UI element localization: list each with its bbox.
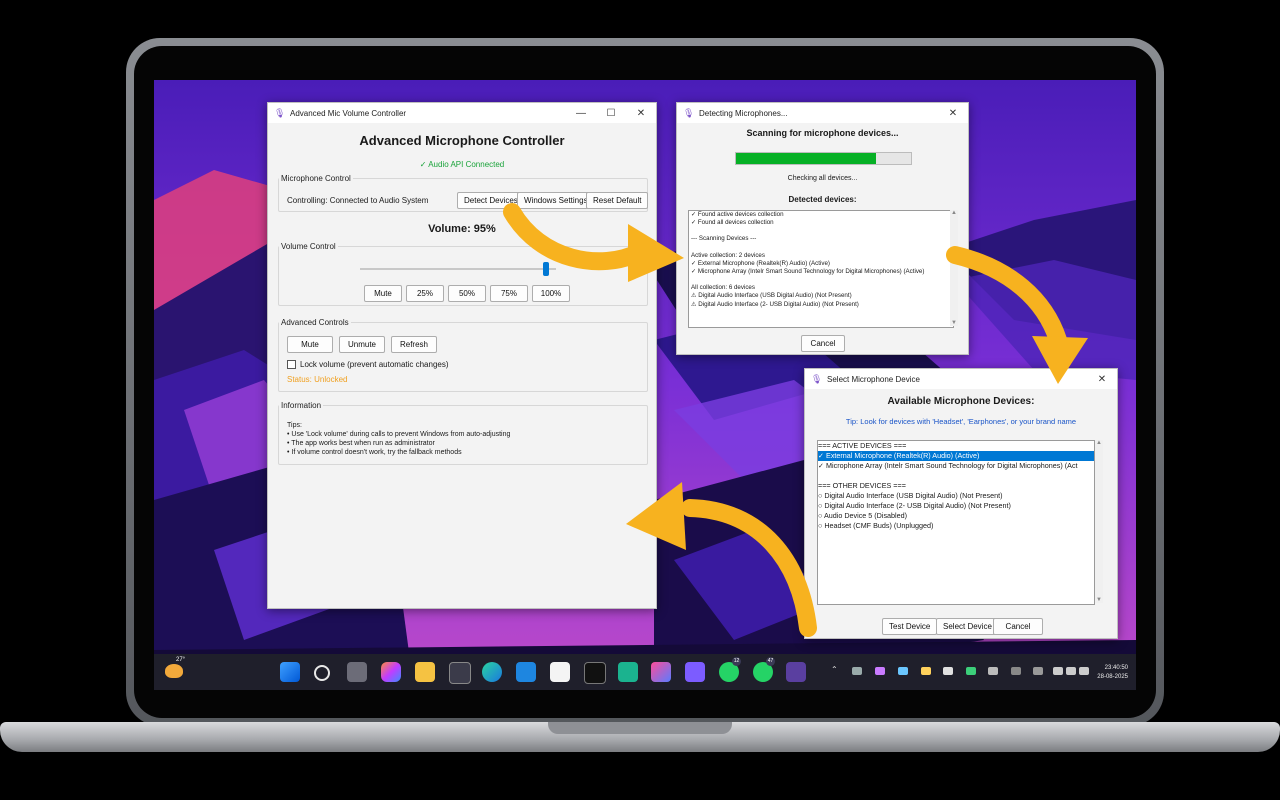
- tray-icon[interactable]: [921, 667, 931, 675]
- vscode-insiders-icon[interactable]: [618, 662, 638, 682]
- cloud-icon[interactable]: [943, 667, 953, 675]
- writer-icon[interactable]: [550, 662, 570, 682]
- task-view-icon[interactable]: [347, 662, 367, 682]
- terminal-icon[interactable]: [584, 662, 606, 684]
- battery-icon[interactable]: [1079, 667, 1089, 675]
- copilot-icon[interactable]: [381, 662, 401, 682]
- vscode-icon[interactable]: [516, 662, 536, 682]
- display-icon[interactable]: [1033, 667, 1043, 675]
- store-icon[interactable]: [449, 662, 471, 684]
- arrow-select-to-main: [681, 499, 817, 637]
- chevron-up-icon[interactable]: ⌃: [831, 665, 838, 674]
- tray-icon[interactable]: [875, 667, 885, 675]
- clock[interactable]: 23:40:50 28-08-2025: [1094, 664, 1128, 682]
- mic-tray-icon[interactable]: [988, 667, 998, 675]
- arrow-detect-to-scan: [503, 203, 649, 271]
- notes-icon[interactable]: [685, 662, 705, 682]
- arrow-head-icon: [628, 224, 684, 282]
- start-icon[interactable]: [280, 662, 300, 682]
- arrow-head-icon: [1032, 336, 1088, 384]
- arrow-scan-to-select: [946, 246, 1067, 349]
- tray-icon[interactable]: [852, 667, 862, 675]
- laptop-notch: [548, 722, 732, 734]
- tray-icon[interactable]: [966, 667, 976, 675]
- wifi-icon[interactable]: [1053, 667, 1063, 675]
- tray-icon[interactable]: [898, 667, 908, 675]
- star-app-icon[interactable]: [651, 662, 671, 682]
- search-icon[interactable]: [314, 665, 330, 681]
- keyboard-icon[interactable]: [1011, 667, 1021, 675]
- clock-time: 23:40:50: [1104, 665, 1128, 671]
- notification-badge: 47: [766, 657, 775, 666]
- weather-icon[interactable]: [165, 664, 183, 678]
- speaker-icon[interactable]: [1066, 667, 1076, 675]
- file-explorer-icon[interactable]: [415, 662, 435, 682]
- arrow-head-icon: [626, 482, 686, 550]
- notification-badge: 12: [732, 657, 741, 666]
- edge-icon[interactable]: [482, 662, 502, 682]
- weather-temp: 27°: [176, 657, 186, 663]
- mic-controller-icon[interactable]: [786, 662, 806, 682]
- clock-date: 28-08-2025: [1097, 674, 1128, 680]
